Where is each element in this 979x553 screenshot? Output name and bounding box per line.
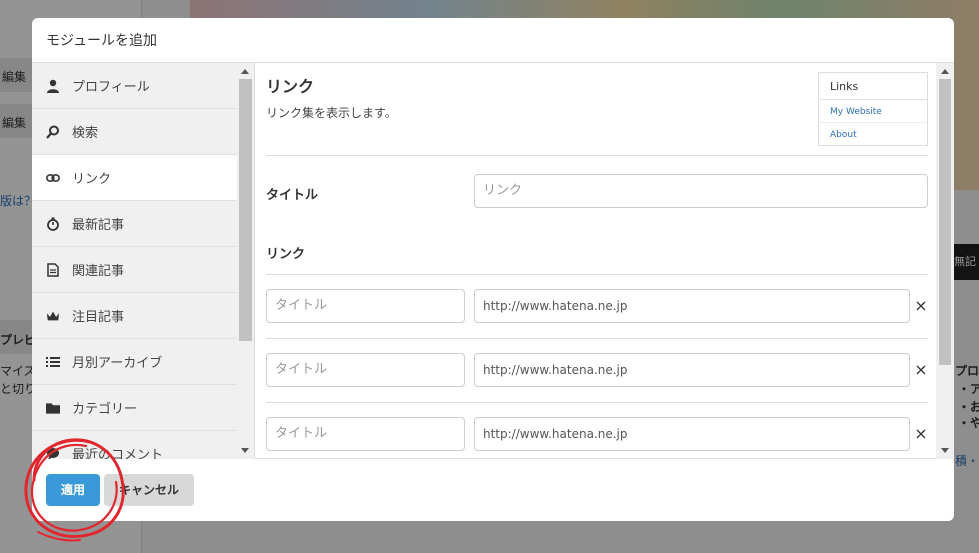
link-url-input[interactable]: http://www.hatena.ne.jp <box>474 417 910 451</box>
module-item-label: リンク <box>72 172 112 187</box>
scroll-down-arrow-icon[interactable] <box>941 448 949 453</box>
module-item-label: プロフィール <box>72 80 150 95</box>
preview-link: My Website <box>819 100 927 123</box>
module-item-recent-comments[interactable]: 最近のコメント <box>32 431 254 459</box>
settings-scrollbar[interactable] <box>936 63 954 459</box>
document-icon <box>46 262 60 277</box>
module-item-label: 最新記事 <box>72 218 125 233</box>
preview-heading: Links <box>819 73 927 100</box>
module-description: リンク集を表示します。 <box>266 106 397 120</box>
module-item-label: 注目記事 <box>72 310 125 325</box>
module-item-featured-entries[interactable]: 注目記事 <box>32 293 254 339</box>
module-item-label: 検索 <box>72 126 99 141</box>
scroll-down-arrow-icon[interactable] <box>241 448 249 453</box>
link-title-input[interactable]: タイトル <box>266 417 465 451</box>
title-input[interactable]: リンク <box>474 174 928 208</box>
link-title-input[interactable]: タイトル <box>266 289 465 323</box>
stopwatch-icon <box>46 217 60 231</box>
user-icon <box>46 79 60 93</box>
dialog-body: プロフィール 検索 リンク 最新記事 関連記事 注目記事 月別アーカイブ カテゴ… <box>32 63 954 459</box>
scroll-up-arrow-icon[interactable] <box>941 69 949 74</box>
dialog-footer: 適用 キャンセル <box>32 459 954 521</box>
module-settings-panel: リンク リンク集を表示します。 Links My Website About タ… <box>255 63 954 459</box>
comment-icon <box>46 447 60 459</box>
links-label: リンク <box>266 247 306 262</box>
module-item-label: カテゴリー <box>72 402 138 417</box>
module-item-profile[interactable]: プロフィール <box>32 63 254 109</box>
remove-link-button[interactable]: × <box>914 298 928 314</box>
title-label: タイトル <box>266 188 319 203</box>
folder-icon <box>46 401 60 415</box>
module-item-categories[interactable]: カテゴリー <box>32 385 254 431</box>
divider <box>266 155 928 156</box>
module-item-label: 関連記事 <box>72 264 125 279</box>
preview-link: About <box>830 130 857 140</box>
divider <box>266 402 928 403</box>
add-module-dialog: モジュールを追加 プロフィール 検索 リンク 最新記事 関連記事 注目記事 月別… <box>32 18 954 521</box>
module-item-monthly-archive[interactable]: 月別アーカイブ <box>32 339 254 385</box>
apply-button[interactable]: 適用 <box>46 474 100 506</box>
remove-link-button[interactable]: × <box>914 362 928 378</box>
link-icon <box>46 171 60 185</box>
crown-icon <box>46 309 60 323</box>
list-icon <box>46 355 60 369</box>
link-title-input[interactable]: タイトル <box>266 353 465 387</box>
module-list: プロフィール 検索 リンク 最新記事 関連記事 注目記事 月別アーカイブ カテゴ… <box>32 63 254 459</box>
module-item-search[interactable]: 検索 <box>32 109 254 155</box>
divider <box>266 338 928 339</box>
cancel-button[interactable]: キャンセル <box>104 474 194 506</box>
scroll-up-arrow-icon[interactable] <box>241 69 249 74</box>
module-item-label: 月別アーカイブ <box>72 356 163 371</box>
module-item-link[interactable]: リンク <box>32 155 254 201</box>
scrollbar-thumb[interactable] <box>239 79 252 341</box>
module-item-recent-entries[interactable]: 最新記事 <box>32 201 254 247</box>
dialog-title: モジュールを追加 <box>32 18 954 63</box>
remove-link-button[interactable]: × <box>914 426 928 442</box>
search-icon <box>46 125 60 139</box>
module-item-related-entries[interactable]: 関連記事 <box>32 247 254 293</box>
module-preview: Links My Website About <box>818 72 928 146</box>
divider <box>266 274 928 275</box>
module-list-scrollbar[interactable] <box>237 63 254 459</box>
link-url-input[interactable]: http://www.hatena.ne.jp <box>474 353 910 387</box>
module-title: リンク <box>266 77 315 96</box>
link-url-input[interactable]: http://www.hatena.ne.jp <box>474 289 910 323</box>
scrollbar-thumb[interactable] <box>939 79 951 365</box>
module-item-label: 最近のコメント <box>72 448 164 459</box>
